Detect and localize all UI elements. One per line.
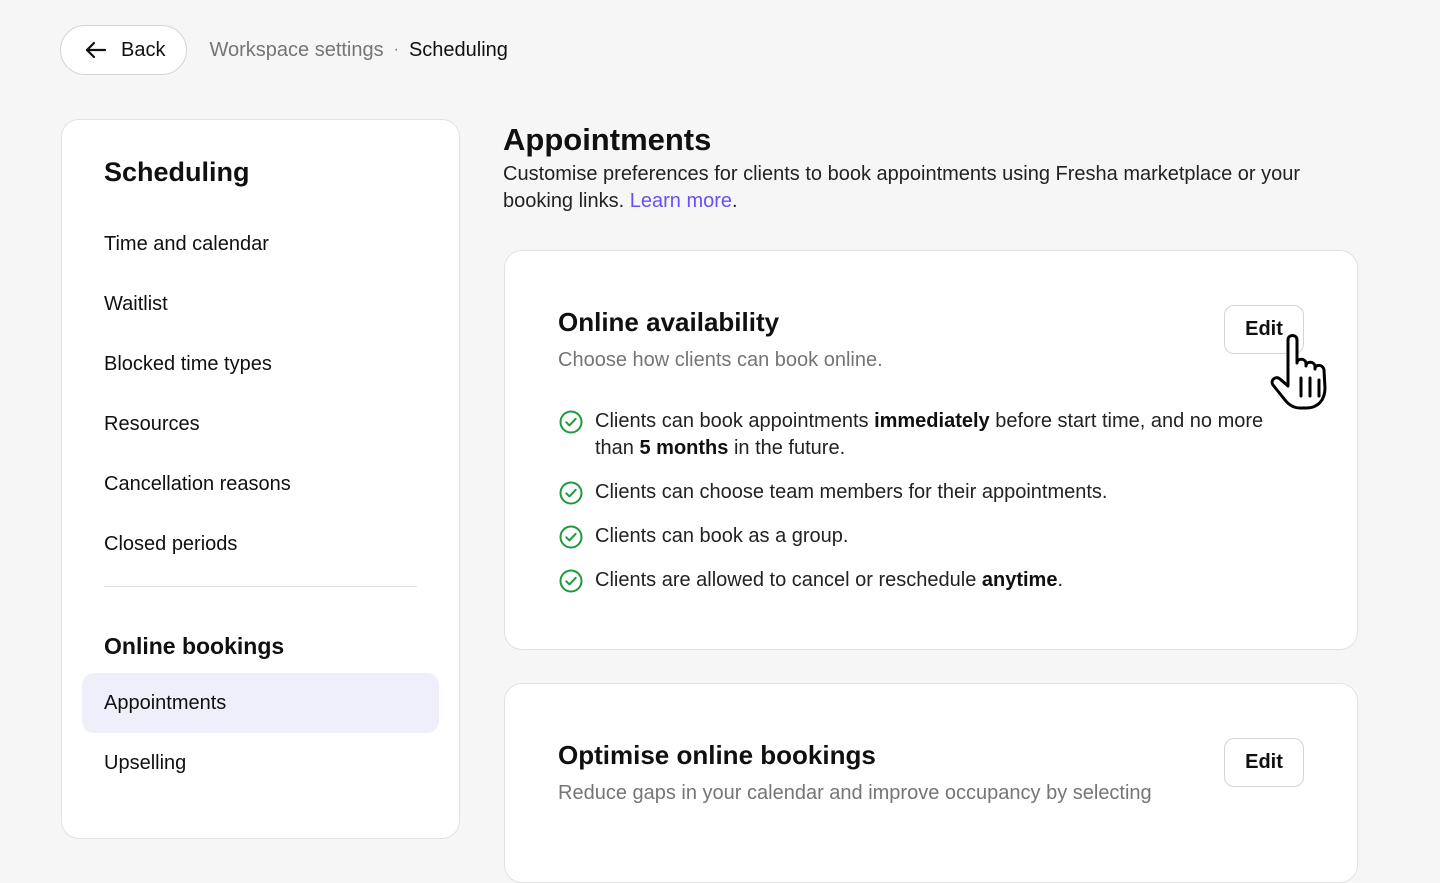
- optimise-online-bookings-subtitle: Reduce gaps in your calendar and improve…: [558, 782, 1152, 804]
- arrow-left-icon: [85, 41, 107, 59]
- breadcrumb-separator: ·: [393, 41, 399, 58]
- list-item: Clients can book as a group.: [558, 523, 1298, 550]
- breadcrumb-workspace-settings[interactable]: Workspace settings: [209, 39, 383, 62]
- page-description-end: .: [732, 190, 738, 212]
- online-availability-title: Online availability: [558, 307, 780, 337]
- rule-booking-window-text-3: in the future.: [728, 437, 846, 459]
- sidebar-section-online-bookings: Online bookings: [104, 633, 285, 659]
- sidebar-item-resources[interactable]: Resources: [82, 394, 439, 454]
- rule-booking-window: Clients can book appointments immediatel…: [595, 408, 1298, 462]
- sidebar-divider: [104, 586, 417, 587]
- breadcrumb-current: Scheduling: [408, 38, 508, 61]
- rule-cancel-reschedule: Clients are allowed to cancel or resched…: [595, 567, 1063, 594]
- online-availability-subtitle: Choose how clients can book online.: [558, 349, 883, 371]
- learn-more-link[interactable]: Learn more: [630, 190, 732, 212]
- sidebar-item-upselling[interactable]: Upselling: [82, 733, 439, 793]
- sidebar-online-bookings-list: Appointments Upselling: [82, 673, 439, 793]
- sidebar-item-closed-periods[interactable]: Closed periods: [82, 514, 439, 574]
- online-availability-edit-button[interactable]: Edit: [1224, 305, 1304, 354]
- optimise-online-bookings-title: Optimise online bookings: [558, 740, 876, 770]
- sidebar-item-appointments[interactable]: Appointments: [82, 673, 439, 733]
- rule-cancel-anytime: anytime: [981, 569, 1058, 591]
- rule-group-booking: Clients can book as a group.: [595, 525, 849, 547]
- availability-rules-list: Clients can book appointments immediatel…: [558, 408, 1298, 611]
- page-title: Appointments: [503, 122, 712, 157]
- main-content: Appointments Customise preferences for c…: [503, 120, 1359, 883]
- check-circle-icon: [559, 481, 583, 505]
- list-item: Clients are allowed to cancel or resched…: [558, 567, 1298, 594]
- sidebar-item-waitlist[interactable]: Waitlist: [82, 274, 439, 334]
- check-circle-icon: [559, 569, 583, 593]
- online-availability-card: Online availability Choose how clients c…: [504, 250, 1358, 650]
- rule-cancel-text-1: Clients are allowed to cancel or resched…: [595, 569, 982, 591]
- sidebar-title: Scheduling: [104, 157, 250, 187]
- sidebar-list: Time and calendar Waitlist Blocked time …: [82, 214, 439, 574]
- rule-team-members: Clients can choose team members for thei…: [595, 481, 1108, 503]
- rule-booking-window-immediately: immediately: [874, 410, 990, 432]
- page-description: Customise preferences for clients to boo…: [503, 161, 1343, 215]
- list-item: Clients can book appointments immediatel…: [558, 408, 1298, 462]
- rule-cancel-text-2: .: [1057, 569, 1064, 591]
- sidebar-item-time-and-calendar[interactable]: Time and calendar: [82, 214, 439, 274]
- back-button-label: Back: [121, 38, 166, 61]
- optimise-online-bookings-edit-button[interactable]: Edit: [1224, 738, 1304, 787]
- optimise-online-bookings-card: Optimise online bookings Reduce gaps in …: [504, 683, 1358, 883]
- page-description-text: Customise preferences for clients to boo…: [503, 163, 1301, 212]
- breadcrumb: Workspace settings · Scheduling: [209, 39, 507, 62]
- top-bar: Back Workspace settings · Scheduling: [60, 25, 508, 75]
- list-item: Clients can choose team members for thei…: [558, 479, 1298, 506]
- check-circle-icon: [559, 410, 583, 434]
- rule-booking-window-text-1: Clients can book appointments: [595, 410, 875, 432]
- check-circle-icon: [559, 525, 583, 549]
- back-button[interactable]: Back: [60, 25, 188, 75]
- sidebar-item-blocked-time-types[interactable]: Blocked time types: [82, 334, 439, 394]
- sidebar-item-cancellation-reasons[interactable]: Cancellation reasons: [82, 454, 439, 514]
- rule-booking-window-months: 5 months: [639, 437, 729, 459]
- settings-sidebar: Scheduling Time and calendar Waitlist Bl…: [61, 119, 460, 839]
